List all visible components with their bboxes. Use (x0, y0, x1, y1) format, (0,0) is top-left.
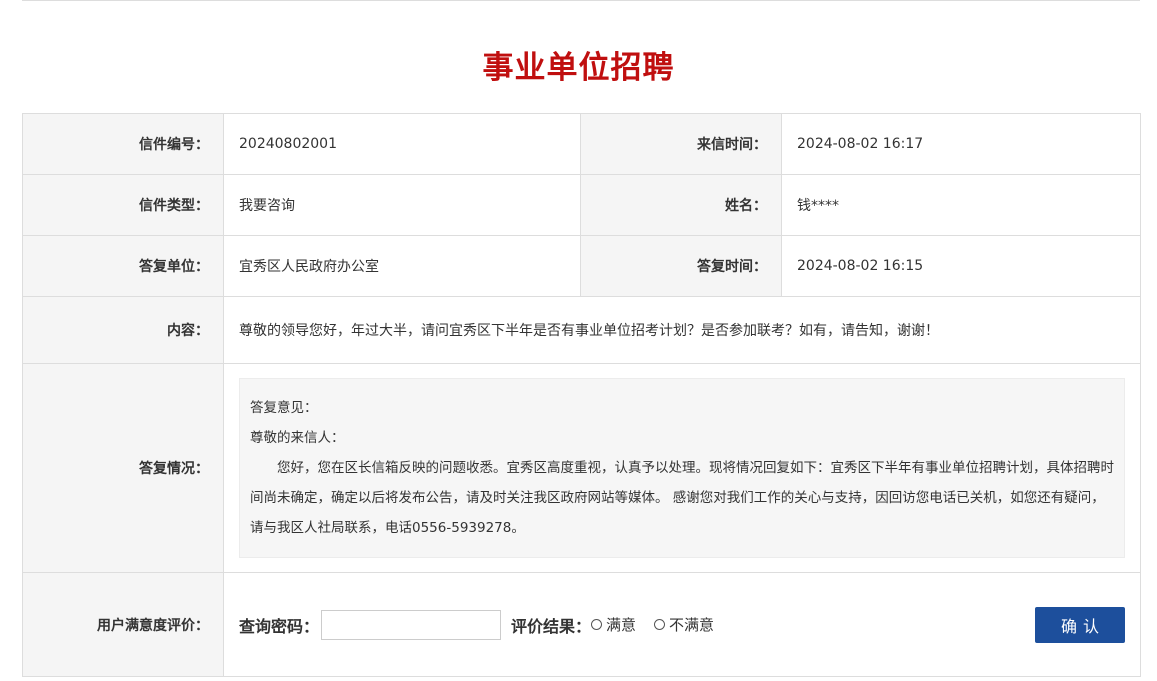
row-reply-unit-time: 答复单位： 宜秀区人民政府办公室 答复时间： 2024-08-02 16:15 (22, 235, 1141, 297)
row-evaluation: 用户满意度评价： 查询密码： 评价结果： 满意 不满意 确认 (22, 572, 1141, 677)
letter-number-label: 信件编号： (22, 113, 224, 175)
letter-detail-table: 信件编号： 20240802001 来信时间： 2024-08-02 16:17… (22, 113, 1141, 677)
reply-greeting: 尊敬的来信人： (250, 430, 345, 446)
page-title: 事业单位招聘 (482, 50, 675, 86)
reply-box: 答复意见： 尊敬的来信人： 您好，您在区长信箱反映的问题收悉。宜秀区高度重视，认… (239, 378, 1125, 558)
top-divider (22, 0, 1140, 1)
row-type-name: 信件类型： 我要咨询 姓名： 钱**** (22, 174, 1141, 236)
radio-unsatisfied[interactable]: 不满意 (654, 614, 714, 635)
reply-unit-value: 宜秀区人民政府办公室 (223, 235, 581, 297)
content-value: 尊敬的领导您好，年过大半，请问宜秀区下半年是否有事业单位招考计划？是否参加联考？… (223, 296, 1141, 364)
reply-cell: 答复意见： 尊敬的来信人： 您好，您在区长信箱反映的问题收悉。宜秀区高度重视，认… (223, 363, 1141, 573)
radio-circle-icon[interactable] (591, 619, 603, 630)
letter-type-label: 信件类型： (22, 174, 224, 236)
evaluation-form: 查询密码： 评价结果： 满意 不满意 确认 (224, 573, 1140, 676)
reply-unit-label: 答复单位： (22, 235, 224, 297)
reply-label: 答复情况： (22, 363, 224, 573)
radio-unsatisfied-label: 不满意 (669, 616, 715, 634)
result-label: 评价结果： (511, 616, 592, 636)
row-content: 内容： 尊敬的领导您好，年过大半，请问宜秀区下半年是否有事业单位招考计划？是否参… (22, 296, 1141, 364)
reply-heading: 答复意见： (250, 400, 318, 416)
content-label: 内容： (22, 296, 224, 364)
confirm-button[interactable]: 确认 (1035, 606, 1125, 643)
evaluation-cell: 查询密码： 评价结果： 满意 不满意 确认 (223, 572, 1141, 677)
radio-satisfied-label: 满意 (606, 616, 637, 634)
letter-number-value: 20240802001 (223, 113, 581, 175)
reply-time-label: 答复时间： (580, 235, 782, 297)
radio-circle-icon[interactable] (654, 619, 666, 630)
reply-time-value: 2024-08-02 16:15 (781, 235, 1141, 297)
row-reply: 答复情况： 答复意见： 尊敬的来信人： 您好，您在区长信箱反映的问题收悉。宜秀区… (22, 363, 1141, 573)
row-number-time: 信件编号： 20240802001 来信时间： 2024-08-02 16:17 (22, 113, 1141, 175)
password-label: 查询密码： (239, 616, 320, 636)
received-time-value: 2024-08-02 16:17 (781, 113, 1141, 175)
query-password-input[interactable] (321, 609, 502, 640)
received-time-label: 来信时间： (580, 113, 782, 175)
sender-name-label: 姓名： (580, 174, 782, 236)
reply-body: 您好，您在区长信箱反映的问题收悉。宜秀区高度重视，认真予以处理。现将情况回复如下… (250, 460, 1114, 536)
sender-name-value: 钱**** (781, 174, 1141, 236)
evaluation-label: 用户满意度评价： (22, 572, 224, 677)
radio-satisfied[interactable]: 满意 (591, 614, 636, 635)
letter-type-value: 我要咨询 (223, 174, 581, 236)
